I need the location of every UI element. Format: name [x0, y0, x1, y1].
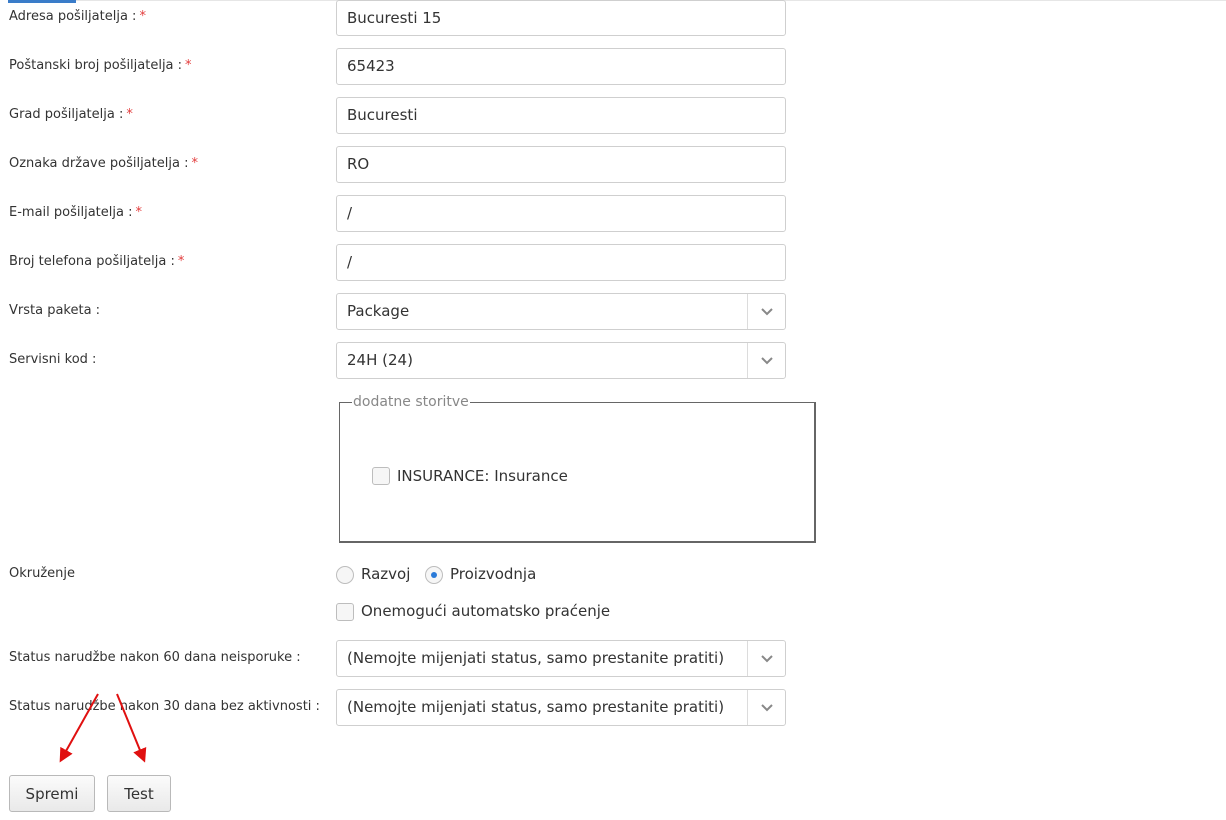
status-30-days-value: (Nemojte mijenjati status, samo prestani… — [347, 698, 725, 716]
sender-country-code-label: Oznaka države pošiljatelja : * — [9, 156, 198, 171]
required-marker: * — [191, 156, 198, 171]
package-type-label: Vrsta paketa : — [9, 303, 101, 318]
sender-phone-input[interactable]: / — [336, 244, 786, 281]
chevron-down-icon[interactable] — [747, 641, 785, 676]
disable-tracking-label[interactable]: Onemogući automatsko praćenje — [361, 602, 610, 620]
disable-tracking-checkbox[interactable] — [336, 603, 354, 621]
service-code-value: 24H (24) — [347, 351, 413, 369]
status-30-days-label: Status narudžbe nakon 30 dana bez aktivn… — [9, 699, 320, 714]
status-60-days-label: Status narudžbe nakon 60 dana neisporuke… — [9, 650, 301, 665]
sender-email-input[interactable]: / — [336, 195, 786, 232]
required-marker: * — [135, 205, 142, 220]
sender-postal-code-input[interactable]: 65423 — [336, 48, 786, 85]
test-button[interactable]: Test — [107, 775, 171, 812]
sender-address-input[interactable]: Bucuresti 15 — [336, 0, 786, 36]
chevron-down-icon[interactable] — [747, 690, 785, 725]
insurance-checkbox[interactable] — [372, 467, 390, 485]
sender-country-code-label-text: Oznaka države pošiljatelja : — [9, 156, 189, 171]
sender-postal-code-label-text: Poštanski broj pošiljatelja : — [9, 58, 183, 73]
active-tab-indicator — [8, 0, 76, 3]
status-60-days-select[interactable]: (Nemojte mijenjati status, samo prestani… — [336, 640, 786, 677]
environment-radio-production[interactable] — [425, 566, 443, 584]
sender-postal-code-label: Poštanski broj pošiljatelja : * — [9, 58, 192, 73]
required-marker: * — [139, 9, 146, 24]
environment-label: Okruženje — [9, 566, 76, 581]
service-code-label: Servisni kod : — [9, 352, 97, 367]
package-type-value: Package — [347, 302, 410, 320]
environment-production-label[interactable]: Proizvodnja — [450, 565, 536, 583]
sender-address-label: Adresa pošiljatelja : * — [9, 9, 146, 24]
insurance-checkbox-label[interactable]: INSURANCE: Insurance — [397, 467, 568, 485]
sender-email-label-text: E-mail pošiljatelja : — [9, 205, 133, 220]
sender-phone-label-text: Broj telefona pošiljatelja : — [9, 254, 175, 269]
status-30-days-select[interactable]: (Nemojte mijenjati status, samo prestani… — [336, 689, 786, 726]
chevron-down-icon[interactable] — [747, 294, 785, 329]
sender-city-input[interactable]: Bucuresti — [336, 97, 786, 134]
sender-country-code-input[interactable]: RO — [336, 146, 786, 183]
chevron-down-icon[interactable] — [747, 343, 785, 378]
save-button[interactable]: Spremi — [9, 775, 95, 812]
package-type-select[interactable]: Package — [336, 293, 786, 330]
required-marker: * — [185, 58, 192, 73]
additional-services-legend: dodatne storitve — [352, 393, 470, 411]
required-marker: * — [126, 107, 133, 122]
status-60-days-value: (Nemojte mijenjati status, samo prestani… — [347, 649, 725, 667]
sender-address-label-text: Adresa pošiljatelja : — [9, 9, 137, 24]
sender-city-label-text: Grad pošiljatelja : — [9, 107, 124, 122]
sender-phone-label: Broj telefona pošiljatelja : * — [9, 254, 184, 269]
sender-city-label: Grad pošiljatelja : * — [9, 107, 133, 122]
environment-radio-development[interactable] — [336, 566, 354, 584]
required-marker: * — [177, 254, 185, 269]
environment-development-label[interactable]: Razvoj — [361, 565, 410, 583]
sender-email-label: E-mail pošiljatelja : * — [9, 205, 142, 220]
service-code-select[interactable]: 24H (24) — [336, 342, 786, 379]
